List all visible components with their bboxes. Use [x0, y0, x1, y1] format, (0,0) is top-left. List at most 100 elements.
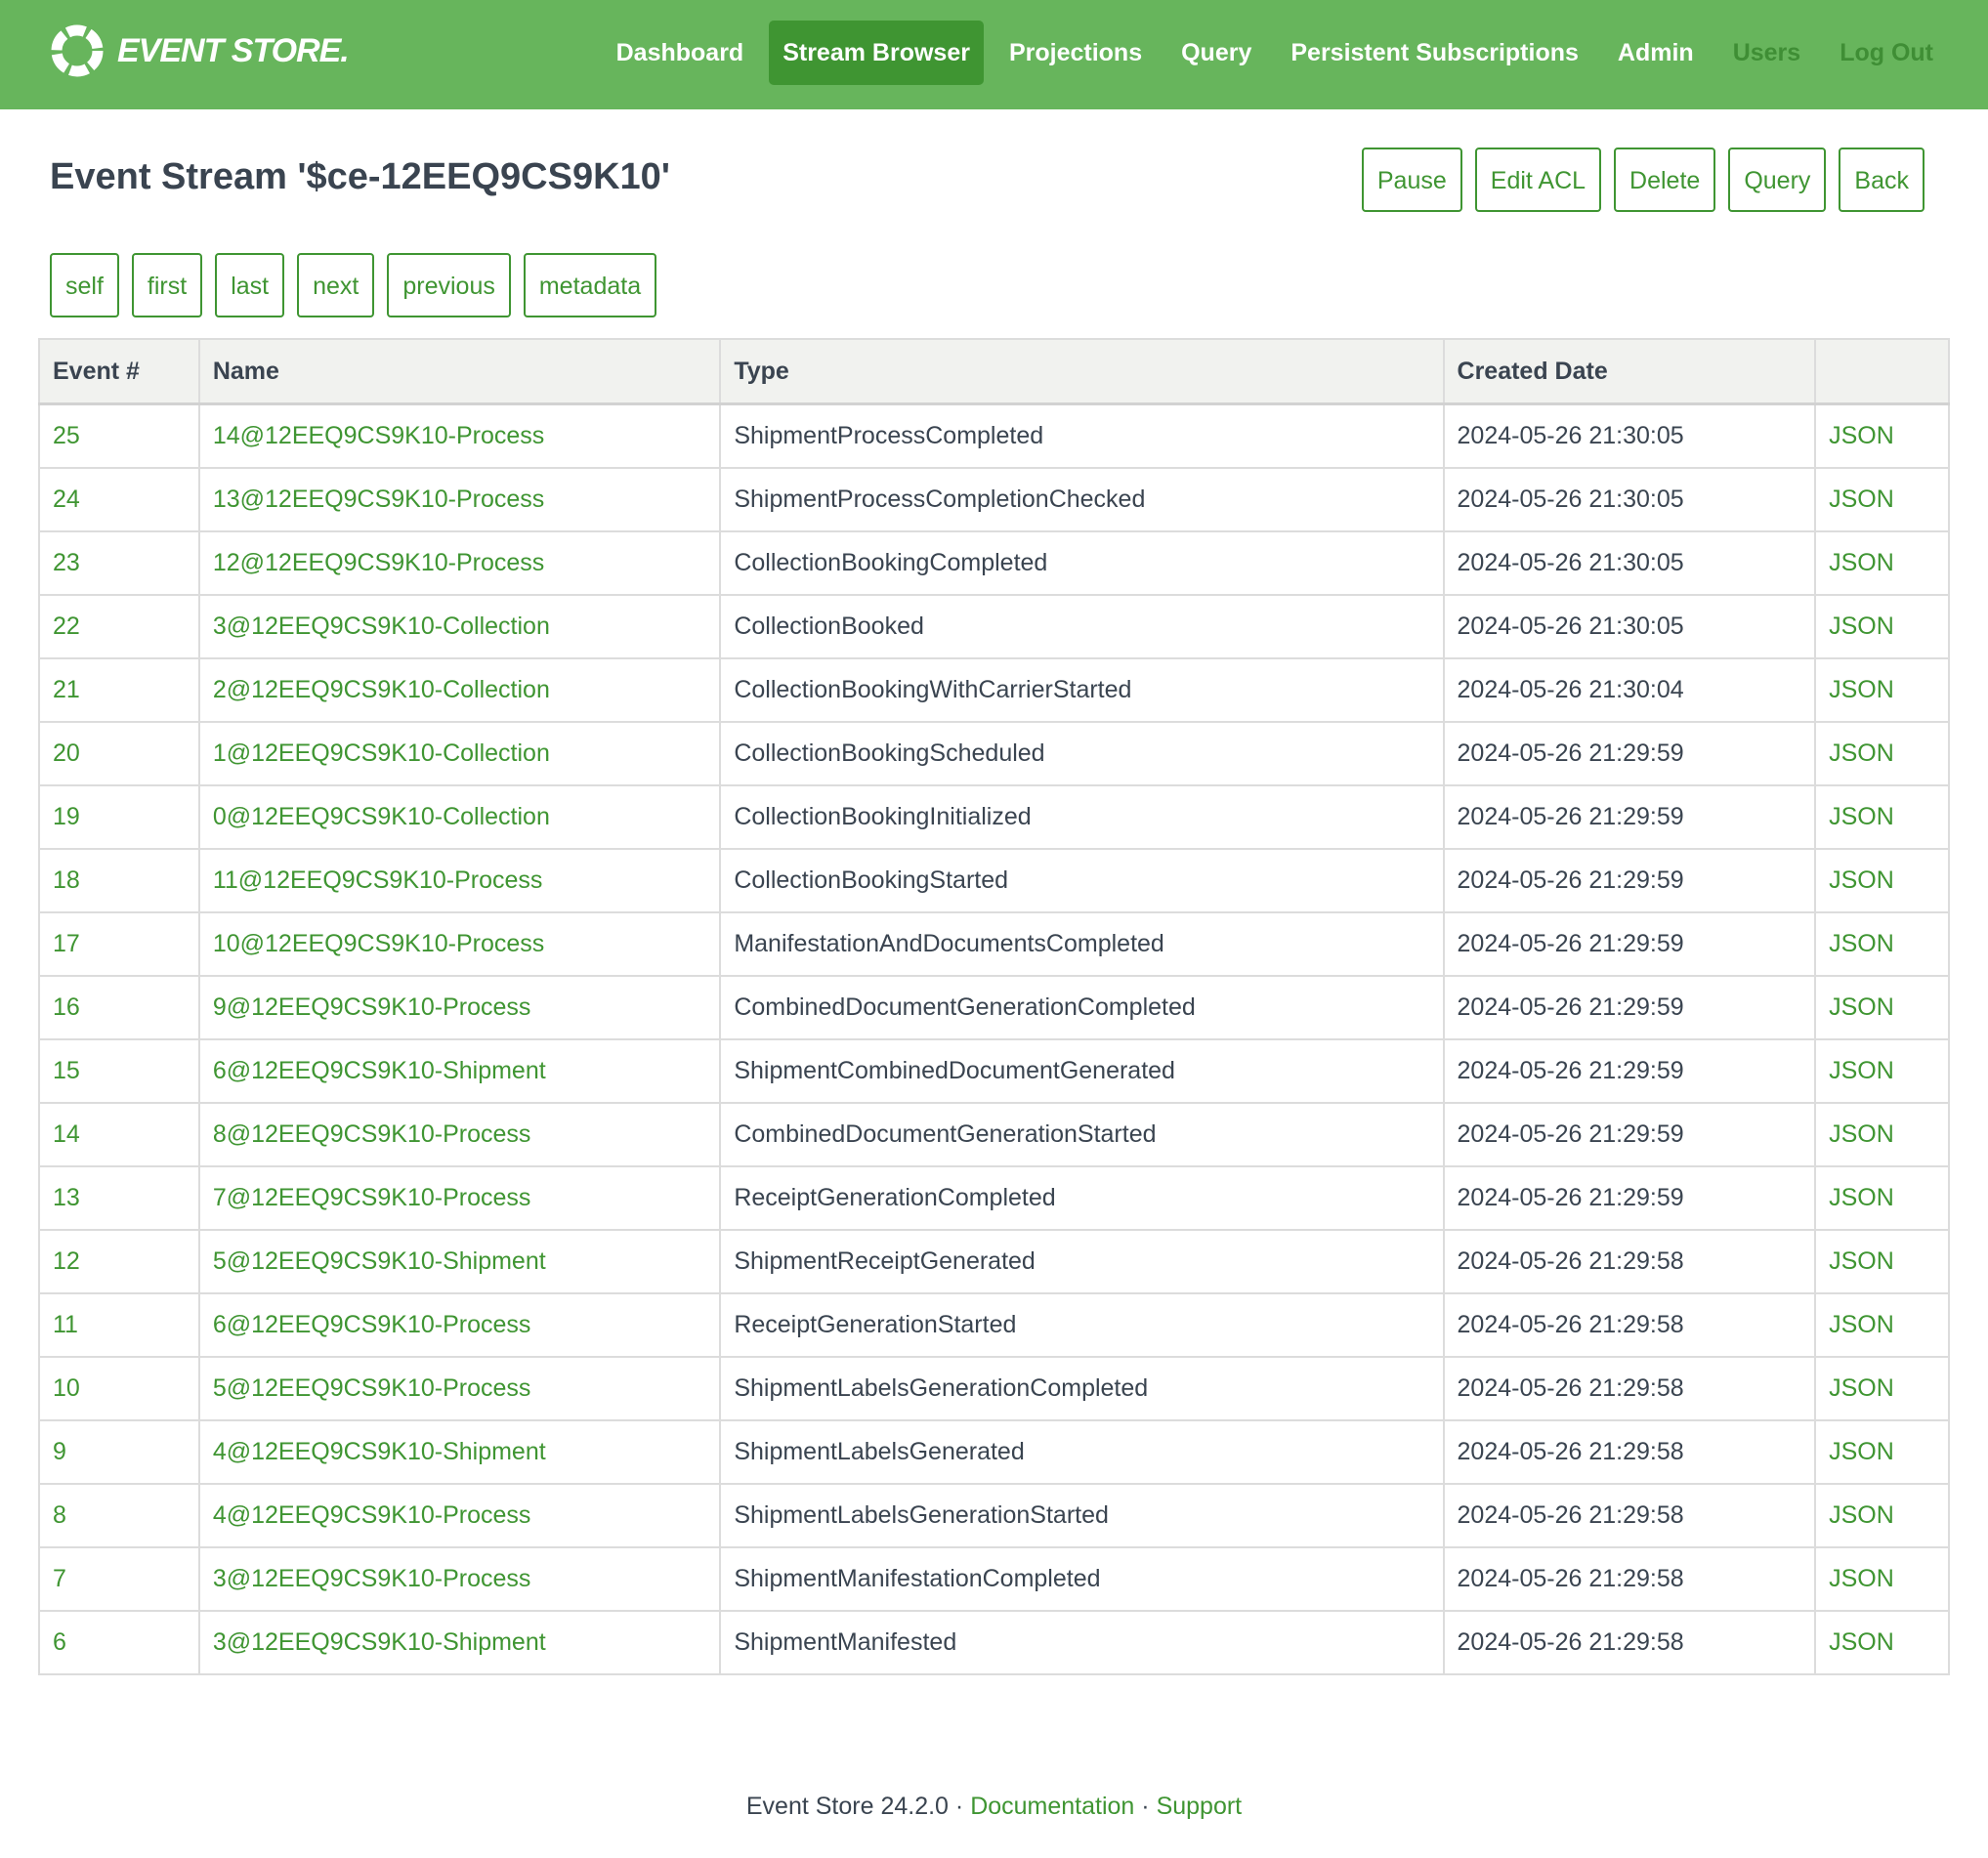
json-link[interactable]: JSON	[1814, 1102, 1950, 1167]
json-link[interactable]: JSON	[1814, 467, 1950, 532]
main-nav: Dashboard Stream Browser Projections Que…	[597, 21, 1953, 85]
event-number-link[interactable]: 12	[38, 1229, 200, 1294]
event-name-link[interactable]: 11@12EEQ9CS9K10-Process	[197, 848, 722, 913]
event-name-link[interactable]: 3@12EEQ9CS9K10-Shipment	[197, 1610, 722, 1675]
event-type: ShipmentProcessCompletionChecked	[719, 467, 1445, 532]
event-number-link[interactable]: 23	[38, 530, 200, 596]
event-number-link[interactable]: 11	[38, 1292, 200, 1358]
json-link[interactable]: JSON	[1814, 1483, 1950, 1548]
nav-query[interactable]: Query	[1167, 21, 1265, 85]
event-name-link[interactable]: 4@12EEQ9CS9K10-Shipment	[197, 1419, 722, 1485]
nav-persistent-subscriptions[interactable]: Persistent Subscriptions	[1277, 21, 1592, 85]
event-name-link[interactable]: 1@12EEQ9CS9K10-Collection	[197, 721, 722, 786]
table-body: 25 14@12EEQ9CS9K10-Process ShipmentProcess…	[38, 402, 1950, 1675]
json-link[interactable]: JSON	[1814, 1356, 1950, 1421]
json-link[interactable]: JSON	[1814, 402, 1950, 469]
delete-button[interactable]: Delete	[1614, 148, 1716, 212]
back-button[interactable]: Back	[1839, 148, 1925, 212]
json-link[interactable]: JSON	[1814, 1419, 1950, 1485]
json-link[interactable]: JSON	[1814, 594, 1950, 659]
event-name-link[interactable]: 5@12EEQ9CS9K10-Process	[197, 1356, 722, 1421]
nav-admin[interactable]: Admin	[1604, 21, 1708, 85]
event-number-link[interactable]: 25	[38, 402, 200, 469]
json-link[interactable]: JSON	[1814, 1292, 1950, 1358]
created-date: 2024-05-26 21:29:59	[1442, 911, 1817, 977]
nav-users[interactable]: Users	[1719, 21, 1815, 85]
json-link[interactable]: JSON	[1814, 911, 1950, 977]
event-name-link[interactable]: 0@12EEQ9CS9K10-Collection	[197, 784, 722, 850]
nav-projections[interactable]: Projections	[995, 21, 1156, 85]
documentation-link[interactable]: Documentation	[970, 1793, 1134, 1820]
event-number-link[interactable]: 14	[38, 1102, 200, 1167]
event-type: CollectionBookingWithCarrierStarted	[719, 657, 1445, 723]
event-name-link[interactable]: 14@12EEQ9CS9K10-Process	[197, 402, 722, 469]
event-name-link[interactable]: 6@12EEQ9CS9K10-Shipment	[197, 1038, 722, 1104]
event-number-link[interactable]: 8	[38, 1483, 200, 1548]
event-name-link[interactable]: 9@12EEQ9CS9K10-Process	[197, 975, 722, 1040]
event-name-link[interactable]: 3@12EEQ9CS9K10-Collection	[197, 594, 722, 659]
event-name-link[interactable]: 2@12EEQ9CS9K10-Collection	[197, 657, 722, 723]
json-link[interactable]: JSON	[1814, 1038, 1950, 1104]
table-row: 10 5@12EEQ9CS9K10-Process ShipmentLabelsGe…	[38, 1356, 1950, 1421]
nav-log-out[interactable]: Log Out	[1826, 21, 1947, 85]
top-navbar: EVENT STORE. Dashboard Stream Browser Pr…	[0, 0, 1988, 109]
link-previous-button[interactable]: previous	[387, 253, 511, 317]
query-button[interactable]: Query	[1728, 148, 1827, 212]
event-number-link[interactable]: 10	[38, 1356, 200, 1421]
link-self-button[interactable]: self	[50, 253, 119, 317]
brand-logo[interactable]: EVENT STORE.	[49, 21, 350, 80]
json-link[interactable]: JSON	[1814, 530, 1950, 596]
event-number-link[interactable]: 22	[38, 594, 200, 659]
pause-button[interactable]: Pause	[1361, 148, 1462, 212]
table-row: 8 4@12EEQ9CS9K10-Process ShipmentLabelsGen…	[38, 1483, 1950, 1548]
event-name-link[interactable]: 7@12EEQ9CS9K10-Process	[197, 1165, 722, 1231]
json-link[interactable]: JSON	[1814, 657, 1950, 723]
json-link[interactable]: JSON	[1814, 848, 1950, 913]
json-link[interactable]: JSON	[1814, 1546, 1950, 1612]
event-number-link[interactable]: 13	[38, 1165, 200, 1231]
event-number-link[interactable]: 7	[38, 1546, 200, 1612]
event-store-ring-icon	[51, 24, 104, 77]
json-link[interactable]: JSON	[1814, 784, 1950, 850]
event-name-link[interactable]: 8@12EEQ9CS9K10-Process	[197, 1102, 722, 1167]
support-link[interactable]: Support	[1157, 1793, 1243, 1820]
json-link[interactable]: JSON	[1814, 1610, 1950, 1675]
event-type: ShipmentReceiptGenerated	[719, 1229, 1445, 1294]
link-next-button[interactable]: next	[297, 253, 375, 317]
edit-acl-button[interactable]: Edit ACL	[1474, 148, 1602, 212]
link-metadata-button[interactable]: metadata	[523, 253, 657, 317]
event-name-link[interactable]: 10@12EEQ9CS9K10-Process	[197, 911, 722, 977]
table-row: 12 5@12EEQ9CS9K10-Shipment ShipmentReceipt…	[38, 1229, 1950, 1294]
event-type: ShipmentLabelsGenerationStarted	[719, 1483, 1445, 1548]
event-number-link[interactable]: 17	[38, 911, 200, 977]
table-row: 13 7@12EEQ9CS9K10-Process ReceiptGeneratio…	[38, 1165, 1950, 1231]
event-number-link[interactable]: 16	[38, 975, 200, 1040]
event-number-link[interactable]: 15	[38, 1038, 200, 1104]
json-link[interactable]: JSON	[1814, 975, 1950, 1040]
event-number-link[interactable]: 21	[38, 657, 200, 723]
json-link[interactable]: JSON	[1814, 1165, 1950, 1231]
json-link[interactable]: JSON	[1814, 721, 1950, 786]
event-number-link[interactable]: 6	[38, 1610, 200, 1675]
event-number-link[interactable]: 9	[38, 1419, 200, 1485]
created-date: 2024-05-26 21:29:58	[1442, 1419, 1817, 1485]
event-name-link[interactable]: 5@12EEQ9CS9K10-Shipment	[197, 1229, 722, 1294]
event-name-link[interactable]: 12@12EEQ9CS9K10-Process	[197, 530, 722, 596]
json-link[interactable]: JSON	[1814, 1229, 1950, 1294]
link-last-button[interactable]: last	[215, 253, 285, 317]
link-first-button[interactable]: first	[131, 253, 203, 317]
event-number-link[interactable]: 24	[38, 467, 200, 532]
event-name-link[interactable]: 4@12EEQ9CS9K10-Process	[197, 1483, 722, 1548]
nav-stream-browser[interactable]: Stream Browser	[769, 21, 984, 85]
event-number-link[interactable]: 19	[38, 784, 200, 850]
created-date: 2024-05-26 21:29:58	[1442, 1546, 1817, 1612]
event-name-link[interactable]: 3@12EEQ9CS9K10-Process	[197, 1546, 722, 1612]
event-type: ShipmentProcessCompleted	[719, 402, 1445, 469]
table-row: 23 12@12EEQ9CS9K10-Process CollectionBooki…	[38, 530, 1950, 596]
event-name-link[interactable]: 13@12EEQ9CS9K10-Process	[197, 467, 722, 532]
event-number-link[interactable]: 20	[38, 721, 200, 786]
event-type: ReceiptGenerationCompleted	[719, 1165, 1445, 1231]
event-name-link[interactable]: 6@12EEQ9CS9K10-Process	[197, 1292, 722, 1358]
event-number-link[interactable]: 18	[38, 848, 200, 913]
nav-dashboard[interactable]: Dashboard	[603, 21, 758, 85]
